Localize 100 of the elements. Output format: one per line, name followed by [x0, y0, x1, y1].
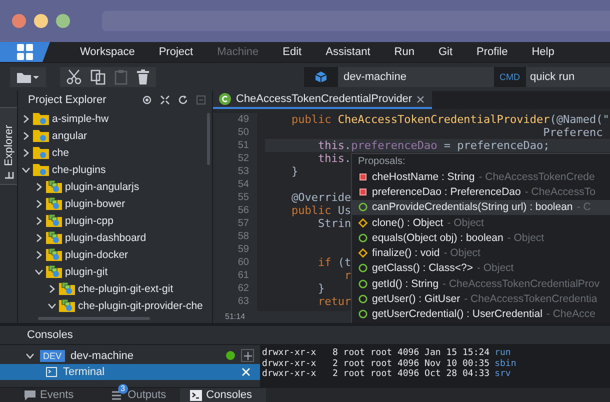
- menu-item[interactable]: Project: [146, 46, 206, 58]
- locate-icon[interactable]: [142, 95, 152, 105]
- line-number: 61: [236, 269, 249, 282]
- clipboard-icon: [114, 69, 128, 85]
- maximize-window-icon[interactable]: [56, 14, 70, 28]
- plus-icon: [244, 352, 252, 360]
- collapse-icon[interactable]: [160, 95, 170, 105]
- proposal-item[interactable]: getUser() : GitUser - CheAccessTokenCredentia: [352, 291, 610, 307]
- minimize-window-icon[interactable]: [34, 14, 48, 28]
- folder-icon: [33, 112, 49, 125]
- proposal-item[interactable]: clone() : Object - Object: [352, 214, 610, 230]
- refresh-icon[interactable]: [178, 95, 188, 105]
- trash-button[interactable]: [134, 68, 152, 86]
- tree-item[interactable]: a-simple-hw: [18, 110, 212, 127]
- machine-item[interactable]: DEV dev-machine: [0, 347, 260, 364]
- proposal-item[interactable]: getId() : String - CheAccessTokenCredentialProv: [352, 276, 610, 292]
- app-logo-icon[interactable]: [0, 42, 50, 62]
- terminal-icon: [190, 390, 202, 400]
- tree-item[interactable]: che: [18, 144, 212, 161]
- panel-title: Project Explorer: [28, 94, 108, 106]
- terminal-line: drwxr-xr-x 2 root root 4096 Nov 10 00:35: [262, 358, 490, 369]
- proposal-item[interactable]: cheHostName : String - CheAccessTokenCrede: [352, 169, 610, 184]
- tree-item[interactable]: plugin-git: [18, 263, 212, 280]
- panel-title: Consoles: [27, 329, 73, 341]
- code-text: this.preferenceDao = preferenceDao;: [316, 139, 550, 152]
- list-icon: [112, 390, 124, 400]
- line-number: 62: [236, 282, 249, 295]
- module-folder-icon: [46, 265, 62, 278]
- method-icon: [358, 309, 368, 320]
- menu-item[interactable]: Run: [382, 46, 426, 58]
- line-number: 60: [236, 256, 249, 269]
- method-icon: [358, 202, 368, 212]
- menu-item[interactable]: Git: [426, 46, 465, 58]
- bottom-tab[interactable]: Events: [0, 388, 88, 402]
- proposal-item[interactable]: getClass() : Class<?> - Object: [352, 260, 610, 276]
- command-field[interactable]: quick run: [526, 67, 610, 87]
- tree-item[interactable]: plugin-docker: [18, 246, 212, 263]
- cut-button[interactable]: [64, 68, 84, 86]
- code-text: this.: [316, 152, 352, 165]
- command-badge: CMD: [494, 67, 526, 87]
- method-icon: [358, 232, 368, 243]
- module-folder-icon: [46, 248, 62, 261]
- close-icon[interactable]: [417, 96, 424, 102]
- tree-item[interactable]: plugin-dashboard: [18, 229, 212, 246]
- copy-button[interactable]: [88, 68, 108, 86]
- proposal-item[interactable]: finalize() : void - Object: [352, 245, 610, 261]
- line-number: 52: [236, 152, 249, 165]
- tree-item[interactable]: che-plugin-git-ext-git: [18, 280, 212, 297]
- protected-method-icon: [358, 248, 368, 258]
- add-terminal-button[interactable]: [241, 349, 254, 362]
- proposal-item[interactable]: equals(Object obj) : boolean - Object: [352, 230, 610, 246]
- code-text: r: [343, 269, 352, 282]
- directory-name: srv: [494, 369, 511, 380]
- machine-field[interactable]: dev-machine: [338, 67, 494, 87]
- menu-item[interactable]: Assistant: [314, 46, 382, 58]
- tree-item[interactable]: che-plugin-git-provider-che: [18, 297, 212, 314]
- menu-item[interactable]: Workspace: [68, 46, 147, 58]
- method-icon: [358, 294, 368, 304]
- menu-item[interactable]: Profile: [464, 46, 520, 58]
- trash-icon: [136, 69, 150, 85]
- tree-item[interactable]: angular: [18, 127, 212, 144]
- line-number: 53: [236, 165, 249, 178]
- field-icon: [358, 172, 368, 182]
- tree-item[interactable]: plugin-bower: [18, 195, 212, 212]
- tree-item[interactable]: plugin-cpp: [18, 212, 212, 229]
- editor-tab[interactable]: CheAccessTokenCredentialProvider: [213, 91, 432, 109]
- code-text: if (t: [316, 256, 352, 269]
- cube-icon: [314, 71, 326, 83]
- code-text: retur: [316, 295, 352, 308]
- field-icon: [358, 186, 368, 197]
- bottom-tab[interactable]: Consoles: [180, 388, 266, 402]
- menu-item[interactable]: Edit: [270, 46, 314, 58]
- tree-item[interactable]: plugin-angularjs: [18, 178, 212, 195]
- line-number: 55: [236, 191, 249, 204]
- line-number: 49: [236, 113, 249, 126]
- machine-selector-button[interactable]: [304, 67, 338, 87]
- scrollbar-thumb[interactable]: [38, 317, 150, 320]
- directory-name: run: [494, 348, 511, 358]
- directory-name: sbin: [494, 358, 516, 369]
- new-folder-icon: [16, 70, 40, 84]
- line-number: 54: [236, 178, 249, 191]
- folder-icon: [33, 129, 49, 142]
- proposal-item[interactable]: preferenceDao : PreferenceDao - CheAccessTo: [352, 184, 610, 200]
- class-icon: [219, 93, 231, 105]
- terminal-line: drwxr-xr-x 2 root root 4096 Oct 28 04:33: [262, 369, 490, 380]
- copy-icon: [90, 69, 106, 85]
- code-text: }: [290, 165, 298, 178]
- scrollbar-thumb[interactable]: [207, 113, 210, 165]
- side-tab[interactable]: Explorer: [0, 107, 17, 185]
- tree-item[interactable]: che-plugins: [18, 161, 212, 178]
- line-number: 50: [236, 126, 249, 139]
- terminal-item[interactable]: Terminal: [0, 364, 260, 380]
- proposal-item[interactable]: getUserCredential() : UserCredential - CheAcce: [352, 306, 610, 322]
- module-folder-icon: [46, 231, 62, 244]
- terminal-icon: [46, 367, 57, 377]
- line-number: 51: [236, 139, 249, 152]
- module-folder-icon: [46, 180, 62, 193]
- code-text: public CheAccessTokenCredentialProvider(@Named(": [290, 113, 610, 126]
- menu-item[interactable]: Help: [520, 46, 566, 58]
- proposal-item[interactable]: canProvideCredentials(String url) : boolean - C: [352, 200, 610, 215]
